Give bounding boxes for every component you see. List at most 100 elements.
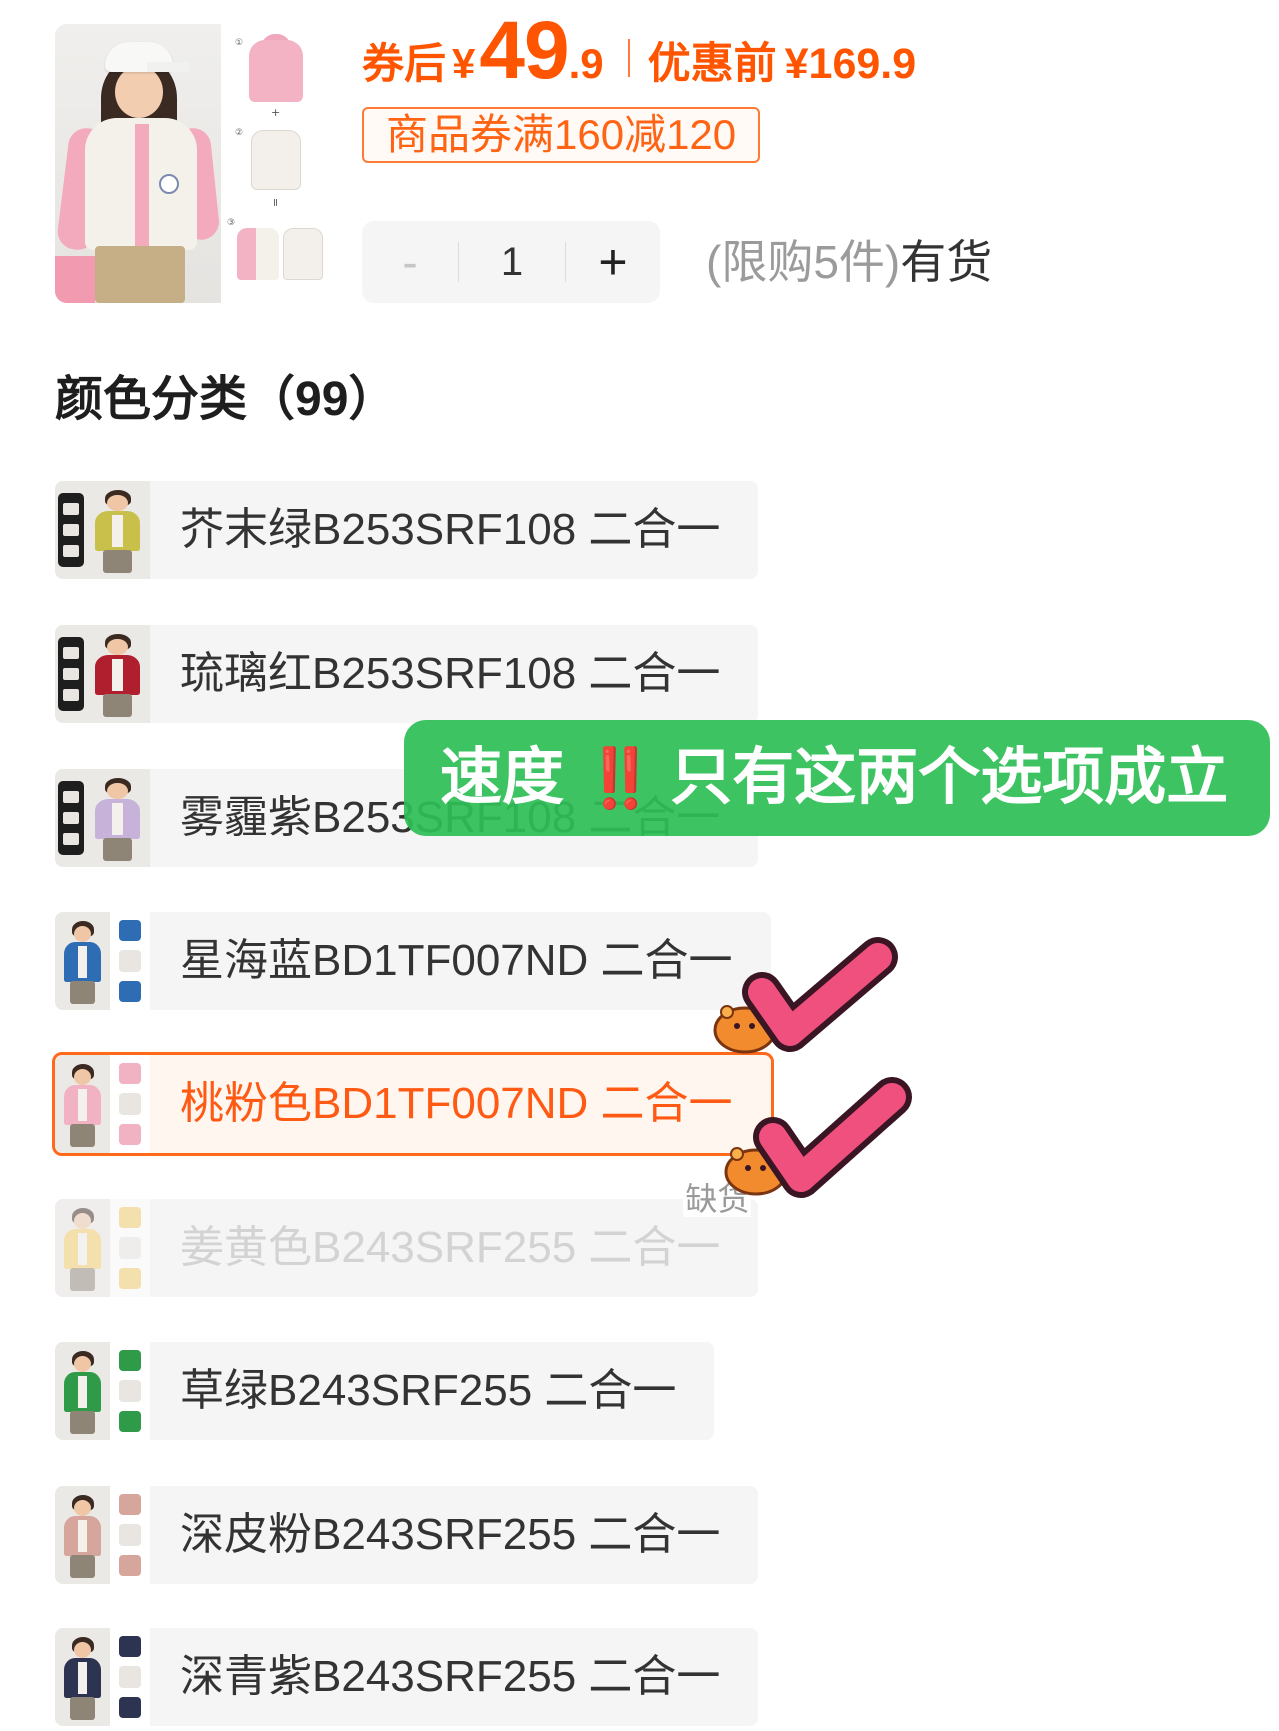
thumb-piece (118, 1524, 142, 1546)
thumb-piece (118, 1349, 142, 1372)
mascot-eye (745, 1165, 751, 1171)
variant-thumbnail (55, 1055, 150, 1153)
out-of-stock-badge: 缺货 (683, 1181, 752, 1217)
variant-option[interactable]: 琉璃红B253SRF108 二合一 (55, 625, 759, 723)
thumb-card (58, 636, 84, 712)
figure-head (107, 638, 128, 656)
thumb-piece (118, 1206, 142, 1229)
thumb-piece (118, 1093, 142, 1115)
double-exclamation-icon: ‼️ (584, 744, 657, 812)
mascot-icon (713, 1006, 777, 1054)
quantity-value[interactable]: 1 (459, 221, 565, 303)
variant-label: 姜黄色B243SRF255 二合一 (180, 1223, 721, 1272)
coupon-badge[interactable]: 商品券满160减120 (362, 107, 761, 163)
figure-pants (103, 693, 132, 718)
piece-marker: ① (235, 38, 244, 48)
price-row: 券后 ¥ 49 .9 优惠前 ¥169.9 (362, 10, 916, 94)
figure-head (107, 494, 128, 512)
thumb-figure (55, 1628, 110, 1726)
variant-option[interactable]: 深皮粉B243SRF255 二合一 (55, 1486, 759, 1584)
thumb-figure (85, 481, 150, 579)
decrease-button[interactable]: - (362, 221, 458, 303)
mascot-eye (749, 1023, 755, 1029)
thumb-card-item (63, 812, 79, 824)
thumb-card-item (63, 688, 79, 701)
thumb-piece (118, 980, 142, 1003)
purchase-limit: (限购5件) (706, 236, 901, 288)
thumb-piece (118, 919, 142, 942)
figure-panel (78, 1376, 87, 1408)
figure-head (73, 1068, 92, 1086)
thumb-piece (118, 1267, 142, 1290)
stock-status: 有货 (900, 236, 993, 288)
piece-inner-fleece (251, 130, 301, 190)
thumb-piece (118, 1493, 142, 1516)
thumb-card-item (63, 832, 79, 845)
thumb-card-item (63, 503, 79, 516)
thumb-piece (118, 1062, 142, 1085)
thumb-piece (118, 1554, 142, 1577)
thumb-piece (118, 1696, 142, 1719)
annotation-text: 只有这两个选项成立 (670, 743, 1229, 812)
check-mark-icon (748, 943, 892, 1046)
photo-hat-brim (147, 62, 191, 72)
variant-option[interactable]: 深青紫B243SRF255 二合一 (55, 1628, 759, 1726)
quantity-stepper: - 1 + (362, 221, 660, 303)
figure-head (73, 1212, 92, 1230)
figure-head (107, 782, 128, 800)
variant-option[interactable]: 星海蓝BD1TF007ND 二合一 (55, 912, 771, 1010)
variant-option-disabled[interactable]: 姜黄色B243SRF255 二合一 缺货 (55, 1181, 759, 1297)
variant-thumbnail (55, 912, 150, 1010)
product-thumbnail[interactable]: ① + ② = ③ (55, 24, 333, 303)
variant-thumbnail (55, 769, 150, 867)
section-title: 颜色分类（99） (55, 373, 397, 426)
thumb-figure (85, 769, 150, 867)
thumb-piece (118, 1666, 142, 1688)
original-price-label: 优惠前 (647, 40, 777, 88)
piece-combo-inner (283, 228, 323, 280)
thumb-card-item (63, 524, 79, 536)
variant-label: 琉璃红B253SRF108 二合一 (180, 649, 721, 698)
product-pieces-panel: ① + ② = ③ (221, 24, 333, 303)
variant-option-selected[interactable]: 桃粉色BD1TF007ND 二合一 (52, 1052, 774, 1156)
currency-symbol: ¥ (452, 40, 476, 87)
thumb-piece (118, 1410, 142, 1433)
thumb-figure (55, 912, 110, 1010)
thumb-piece (118, 1237, 142, 1259)
thumb-pieces (110, 1055, 150, 1153)
piece-outer-jacket (249, 40, 303, 102)
piece-marker: ② (235, 128, 244, 138)
variant-thumbnail (55, 1628, 150, 1726)
check-mark-outline (742, 937, 898, 1052)
thumb-figure (55, 1486, 110, 1584)
variant-label: 桃粉色BD1TF007ND 二合一 (180, 1079, 733, 1128)
thumb-piece (118, 950, 142, 972)
variant-thumbnail (55, 625, 150, 723)
figure-pants (103, 837, 132, 862)
variant-option[interactable]: 芥末绿B253SRF108 二合一 (55, 481, 759, 579)
thumb-pieces (110, 1199, 150, 1297)
increase-button[interactable]: + (566, 221, 660, 303)
figure-panel (78, 1089, 87, 1121)
figure-pants (70, 980, 95, 1005)
variant-label: 草绿B243SRF255 二合一 (180, 1366, 677, 1415)
thumb-card (58, 492, 84, 568)
thumb-pieces (110, 912, 150, 1010)
price-divider (627, 39, 630, 77)
figure-panel (112, 659, 123, 691)
thumb-piece (118, 1635, 142, 1658)
variant-option[interactable]: 草绿B243SRF255 二合一 (55, 1342, 715, 1440)
piece-combo-outer (237, 228, 279, 280)
figure-panel (78, 1520, 87, 1552)
photo-pants (95, 246, 185, 303)
thumb-figure (55, 1199, 110, 1297)
thumb-card-item (63, 668, 79, 680)
piece-equals: = (269, 197, 283, 208)
thumb-piece (118, 1123, 142, 1146)
coupon-price-label: 券后 (362, 40, 447, 87)
original-price: ¥169.9 (784, 40, 917, 88)
variant-thumbnail (55, 481, 150, 579)
thumb-figure (55, 1342, 110, 1440)
thumb-card-item (63, 544, 79, 557)
variant-label: 深青紫B243SRF255 二合一 (180, 1652, 721, 1701)
